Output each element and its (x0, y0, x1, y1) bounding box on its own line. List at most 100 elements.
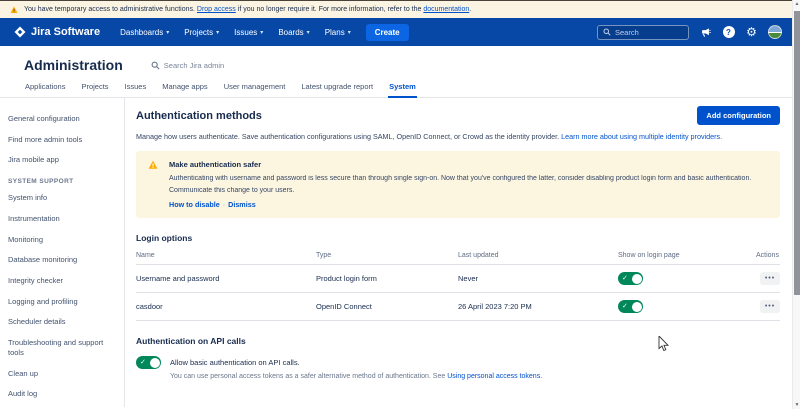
add-configuration-button[interactable]: Add configuration (697, 106, 780, 125)
make-authentication-safer-warning: Make authentication safer Authenticating… (136, 151, 780, 218)
help-glyph: ? (723, 26, 735, 38)
chevron-down-icon: ▾ (348, 29, 351, 36)
login-option-type: OpenID Connect (316, 293, 458, 321)
help-icon[interactable]: ? (722, 26, 735, 39)
content-area: General configuration Find more admin to… (0, 98, 800, 407)
column-header-last-updated: Last updated (458, 248, 618, 265)
sidebar-item-instrumentation[interactable]: Instrumentation (8, 214, 118, 224)
create-button[interactable]: Create (366, 24, 409, 41)
sidebar-item-general-configuration[interactable]: General configuration (8, 114, 118, 124)
column-header-type: Type (316, 248, 458, 265)
announcements-icon[interactable] (699, 26, 712, 39)
system-sidebar: General configuration Find more admin to… (0, 98, 125, 407)
tab-system[interactable]: System (388, 80, 417, 98)
dismiss-link[interactable]: Dismiss (228, 200, 256, 209)
warning-body: Authenticating with username and passwor… (169, 175, 768, 182)
show-on-login-toggle[interactable]: ✓ (618, 272, 643, 285)
tab-issues[interactable]: Issues (124, 80, 148, 97)
tab-user-management[interactable]: User management (223, 80, 287, 97)
navbar-search-placeholder: Search (615, 28, 639, 37)
scroll-up-arrow-icon[interactable]: ▲ (793, 1, 800, 7)
column-header-name: Name (136, 248, 316, 265)
toggle-knob (632, 274, 642, 284)
admin-search-input[interactable]: Search Jira admin (151, 61, 224, 70)
login-option-last-updated: 26 April 2023 7:20 PM (458, 293, 618, 321)
authentication-methods-panel: Authentication methods Add configuration… (125, 98, 800, 407)
scrollbar-thumb[interactable] (794, 11, 800, 295)
row-actions-button[interactable]: ••• (760, 300, 780, 313)
banner-text: You have temporary access to administrat… (24, 6, 471, 13)
learn-more-link[interactable]: Learn more about using multiple identity… (561, 132, 722, 141)
nav-projects[interactable]: Projects▾ (184, 28, 219, 37)
sidebar-item-find-more-admin-tools[interactable]: Find more admin tools (8, 135, 118, 145)
sidebar-item-jira-mobile-app[interactable]: Jira mobile app (8, 155, 118, 165)
banner-text-mid: if you no longer require it. For more in… (238, 6, 422, 13)
table-header-row: Name Type Last updated Show on login pag… (136, 248, 780, 265)
tab-manage-apps[interactable]: Manage apps (161, 80, 208, 97)
check-icon: ✓ (622, 274, 628, 282)
how-to-disable-link[interactable]: How to disable (169, 200, 220, 209)
sidebar-item-audit-log[interactable]: Audit log (8, 389, 118, 399)
warning-icon (148, 160, 158, 170)
nav-issues[interactable]: Issues▾ (234, 28, 263, 37)
table-row: Username and password Product login form… (136, 265, 780, 293)
sidebar-item-clean-up[interactable]: Clean up (8, 369, 118, 379)
column-header-show-on-login-page: Show on login page (618, 248, 756, 265)
user-avatar[interactable] (768, 25, 782, 39)
row-actions-button[interactable]: ••• (760, 272, 780, 285)
nav-plans[interactable]: Plans▾ (325, 28, 351, 37)
nav-dashboards[interactable]: Dashboards▾ (120, 28, 169, 37)
jira-software-logo[interactable]: Jira Software (14, 26, 100, 38)
toggle-knob (150, 358, 160, 368)
sidebar-item-database-monitoring[interactable]: Database monitoring (8, 255, 118, 265)
chevron-down-icon: ▾ (166, 29, 169, 36)
tab-projects[interactable]: Projects (80, 80, 109, 97)
sidebar-item-logging-and-profiling[interactable]: Logging and profiling (8, 297, 118, 307)
login-option-name: Username and password (136, 265, 316, 293)
toggle-knob (632, 302, 642, 312)
check-icon: ✓ (622, 302, 628, 310)
page-title: Administration (24, 57, 123, 73)
link-separator: · (220, 200, 228, 209)
drop-access-link[interactable]: Drop access (197, 6, 236, 13)
admin-tab-bar: Applications Projects Issues Manage apps… (0, 80, 800, 98)
login-option-last-updated: Never (458, 265, 618, 293)
top-navbar: Jira Software Dashboards▾ Projects▾ Issu… (0, 18, 800, 46)
personal-access-tokens-link[interactable]: Using personal access tokens. (447, 373, 542, 380)
warning-body-2: Communicate this change to your users. (169, 187, 768, 194)
tab-latest-upgrade-report[interactable]: Latest upgrade report (300, 80, 374, 97)
login-options-title: Login options (136, 233, 780, 243)
documentation-link[interactable]: documentation (423, 6, 469, 13)
vertical-scrollbar[interactable]: ▲ ▼ (792, 0, 800, 409)
nav-boards[interactable]: Boards▾ (278, 28, 309, 37)
check-icon: ✓ (140, 358, 146, 366)
description-text: Manage how users authenticate. Save auth… (136, 132, 559, 141)
settings-gear-icon[interactable]: ⚙ (745, 26, 758, 39)
search-icon (603, 28, 611, 36)
admin-search-placeholder: Search Jira admin (164, 61, 224, 70)
section-title-authentication-methods: Authentication methods (136, 110, 262, 122)
jira-logo-icon (14, 26, 26, 38)
authentication-description: Manage how users authenticate. Save auth… (136, 132, 780, 141)
banner-text-end: . (469, 6, 471, 13)
sidebar-item-monitoring[interactable]: Monitoring (8, 235, 118, 245)
navbar-search-input[interactable]: Search (597, 25, 689, 40)
scroll-down-arrow-icon[interactable]: ▼ (793, 402, 800, 408)
banner-text-start: You have temporary access to administrat… (24, 6, 195, 13)
sidebar-item-integrity-checker[interactable]: Integrity checker (8, 276, 118, 286)
sidebar-item-troubleshooting[interactable]: Troubleshooting and support tools (8, 338, 118, 358)
admin-header: Administration Search Jira admin (0, 46, 800, 80)
login-option-name: casdoor (136, 293, 316, 321)
basic-auth-api-toggle[interactable]: ✓ (136, 356, 161, 369)
table-row: casdoor OpenID Connect 26 April 2023 7:2… (136, 293, 780, 321)
show-on-login-toggle[interactable]: ✓ (618, 300, 643, 313)
chevron-down-icon: ▾ (260, 29, 263, 36)
basic-auth-api-label: Allow basic authentication on API calls. (170, 358, 300, 367)
chevron-down-icon: ▾ (216, 29, 219, 36)
sidebar-item-system-info[interactable]: System info (8, 193, 118, 203)
column-header-actions: Actions (756, 248, 780, 265)
tab-applications[interactable]: Applications (24, 80, 66, 97)
jira-admin-screen: You have temporary access to administrat… (0, 0, 800, 409)
sidebar-item-scheduler-details[interactable]: Scheduler details (8, 317, 118, 327)
warning-icon (10, 6, 18, 14)
